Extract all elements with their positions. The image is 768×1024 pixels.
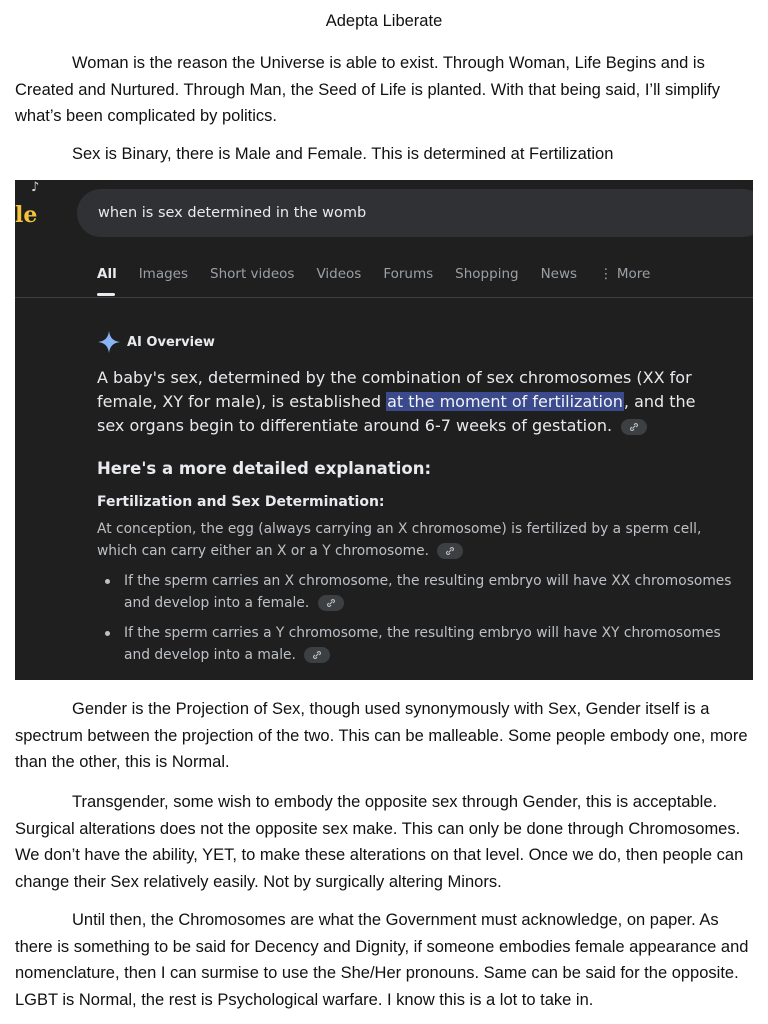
list-item: If the sperm carries a Y chromosome, the… — [97, 622, 737, 666]
detail-heading: Here's a more detailed explanation: — [97, 459, 432, 478]
tab-images[interactable]: Images — [139, 266, 188, 286]
tab-more[interactable]: ⋮ More — [599, 266, 650, 286]
tabs-divider — [15, 297, 753, 298]
paragraph-transgender: Transgender, some wish to embody the opp… — [15, 789, 755, 895]
bullet-list: If the sperm carries an X chromosome, th… — [97, 570, 737, 674]
paragraph-text: Until then, the Chromosomes are what the… — [15, 911, 749, 1009]
bullet-text: If the sperm carries an X chromosome, th… — [124, 573, 732, 611]
tab-all[interactable]: All — [97, 266, 117, 286]
tab-videos[interactable]: Videos — [316, 266, 361, 286]
ai-overview-header: AI Overview — [97, 330, 215, 354]
sparkle-icon — [98, 331, 120, 353]
search-bar[interactable]: when is sex determined in the womb — [77, 189, 753, 237]
tab-short-videos[interactable]: Short videos — [210, 266, 294, 286]
link-icon[interactable] — [317, 595, 344, 611]
ai-overview-label: AI Overview — [127, 334, 215, 350]
tab-forums[interactable]: Forums — [383, 266, 433, 286]
music-note-icon: ♪ — [31, 180, 40, 195]
paragraph-text: Woman is the reason the Universe is able… — [15, 54, 720, 125]
tab-news[interactable]: News — [541, 266, 577, 286]
paragraph-chromosomes: Until then, the Chromosomes are what the… — [15, 907, 755, 1013]
summary-highlight: at the moment of fertilization — [386, 392, 624, 411]
document-title: Adepta Liberate — [325, 12, 443, 30]
paragraph-gender: Gender is the Projection of Sex, though … — [15, 696, 755, 776]
list-item: If the sperm carries an X chromosome, th… — [97, 570, 737, 614]
link-icon[interactable] — [304, 647, 331, 663]
tab-shopping[interactable]: Shopping — [455, 266, 518, 286]
link-icon[interactable] — [621, 418, 648, 435]
paragraph-text: Sex is Binary, there is Male and Female.… — [72, 145, 614, 163]
paragraph-text: Transgender, some wish to embody the opp… — [15, 793, 744, 891]
search-logo: le — [15, 202, 38, 228]
active-tab-indicator — [97, 293, 115, 296]
search-query[interactable]: when is sex determined in the womb — [98, 205, 366, 221]
link-icon[interactable] — [437, 543, 464, 559]
section-text: At conception, the egg (always carrying … — [97, 518, 737, 562]
bullet-text: If the sperm carries a Y chromosome, the… — [124, 625, 721, 663]
paragraph-text: Gender is the Projection of Sex, though … — [15, 700, 748, 771]
paragraph-intro: Woman is the reason the Universe is able… — [15, 50, 755, 130]
search-tabs: All Images Short videos Videos Forums Sh… — [97, 266, 672, 286]
section-body: At conception, the egg (always carrying … — [97, 521, 702, 559]
search-screenshot: ♪ le when is sex determined in the womb … — [15, 180, 753, 680]
section-title: Fertilization and Sex Determination: — [97, 494, 385, 510]
paragraph-sex-binary: Sex is Binary, there is Male and Female.… — [15, 141, 755, 168]
ai-summary: A baby's sex, determined by the combinat… — [97, 366, 727, 438]
